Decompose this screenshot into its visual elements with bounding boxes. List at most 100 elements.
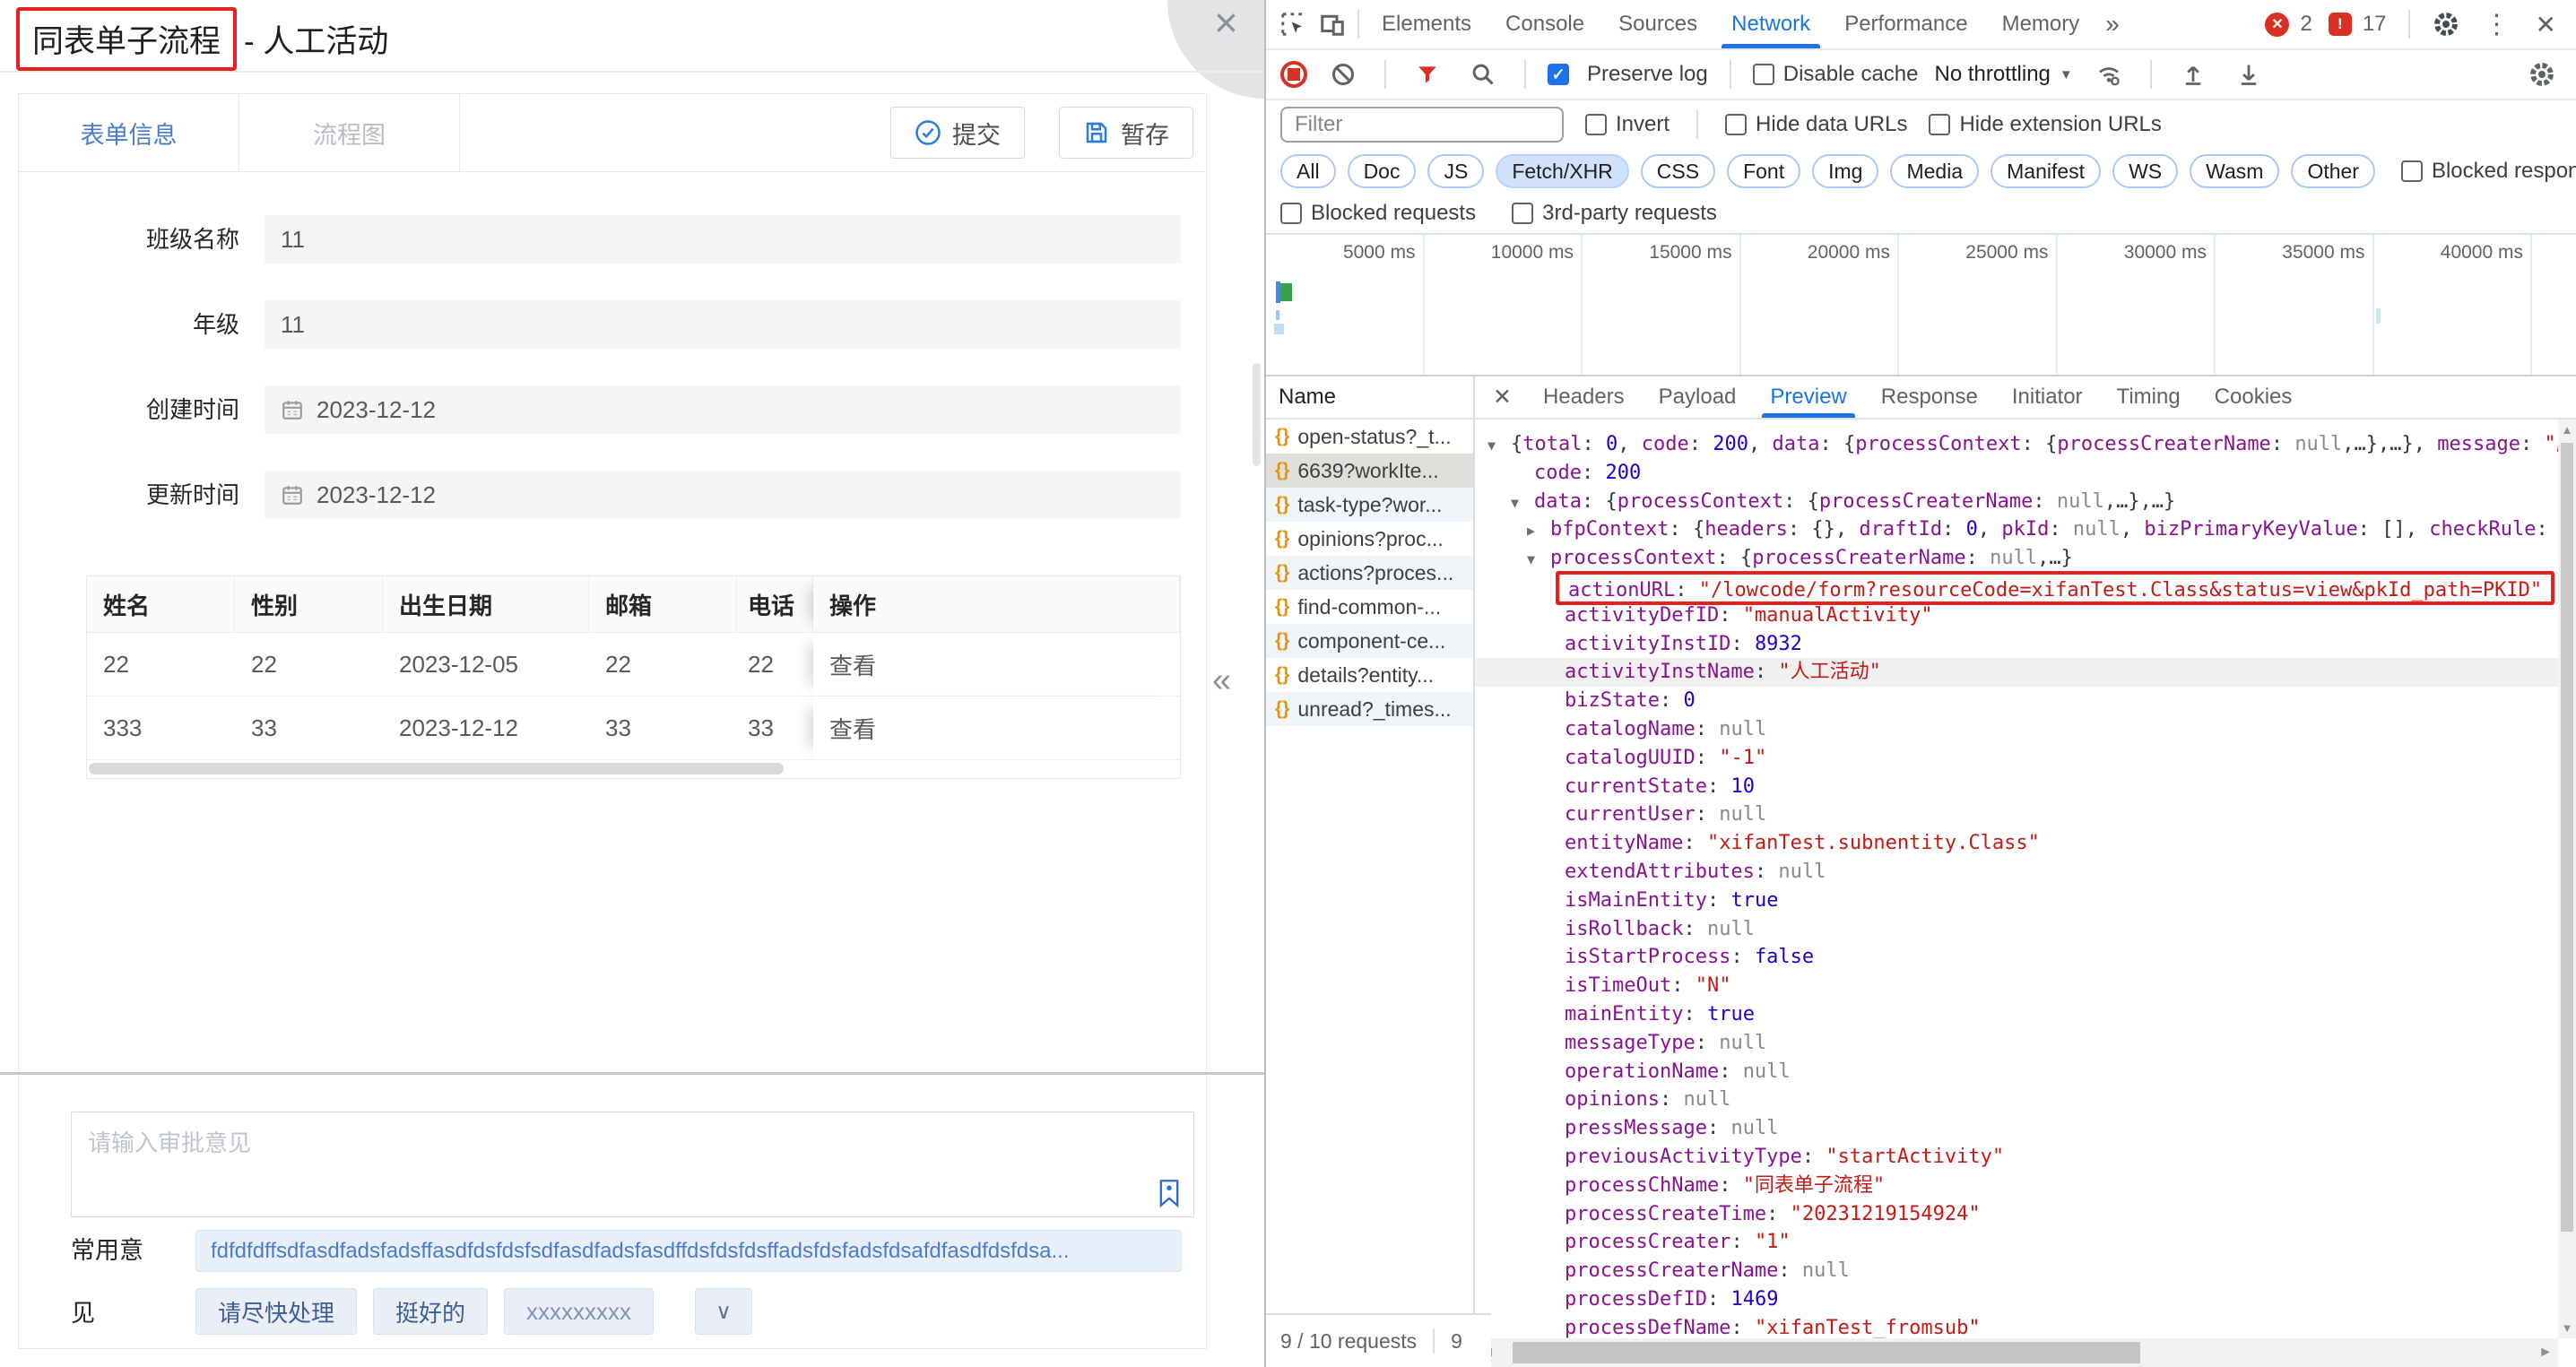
table-cell[interactable]: 2023-12-05 bbox=[383, 633, 589, 696]
detail-tab[interactable]: Response bbox=[1864, 376, 1995, 418]
table-cell[interactable]: 33 bbox=[737, 696, 813, 759]
error-count[interactable]: 2 bbox=[2300, 12, 2311, 37]
export-har-icon[interactable] bbox=[2229, 55, 2268, 94]
field-value[interactable]: 2023-12-12 bbox=[265, 471, 1181, 519]
devtools-tab[interactable]: Performance bbox=[1827, 0, 1984, 48]
expand-triangle-icon[interactable]: ▼ bbox=[1511, 489, 1534, 518]
table-cell[interactable]: 22 bbox=[87, 633, 235, 696]
vertical-scrollbar[interactable]: ▲ ▼ bbox=[2558, 420, 2576, 1338]
approval-comment-input[interactable] bbox=[72, 1112, 1193, 1216]
detail-tab[interactable]: Payload bbox=[1642, 376, 1754, 418]
table-cell[interactable]: 22 bbox=[589, 633, 737, 696]
phrase-chip[interactable]: 请尽快处理 bbox=[195, 1288, 357, 1335]
record-network-log-button[interactable] bbox=[1280, 61, 1307, 88]
type-filter-pill[interactable]: All bbox=[1280, 154, 1336, 188]
horizontal-scrollbar[interactable]: ◄ ► bbox=[1475, 1338, 2558, 1367]
devtools-tab[interactable]: Memory bbox=[1985, 0, 2097, 48]
detail-tab[interactable]: Headers bbox=[1526, 376, 1642, 418]
request-row[interactable]: {} 6639?workIte... bbox=[1266, 454, 1473, 488]
type-filter-pill[interactable]: Media bbox=[1890, 154, 1979, 188]
collapse-panel-icon[interactable]: « bbox=[1212, 662, 1231, 700]
scroll-down-arrow-icon[interactable]: ▼ bbox=[2558, 1321, 2576, 1335]
request-row[interactable]: {} find-common-... bbox=[1266, 590, 1473, 624]
table-cell[interactable]: 22 bbox=[737, 633, 813, 696]
table-cell[interactable]: 22 bbox=[235, 633, 383, 696]
horizontal-splitter[interactable] bbox=[0, 1072, 1264, 1075]
hide-data-urls-checkbox[interactable]: Hide data URLs bbox=[1725, 112, 1907, 137]
expand-triangle-icon[interactable]: ▶ bbox=[1527, 517, 1550, 546]
type-filter-pill[interactable]: WS bbox=[2112, 154, 2178, 188]
devtools-close-icon[interactable]: ✕ bbox=[2528, 10, 2563, 39]
checkbox-checked[interactable]: ✓ bbox=[1548, 64, 1569, 85]
detail-tab[interactable]: Preview bbox=[1753, 376, 1863, 418]
type-filter-pill[interactable]: JS bbox=[1427, 154, 1484, 188]
network-filter-input[interactable] bbox=[1280, 107, 1564, 143]
close-icon[interactable]: × bbox=[1214, 2, 1238, 43]
console-errors-icon[interactable]: ✕ bbox=[2265, 13, 2289, 37]
saved-phrase-chip[interactable]: fdfdfdffsdfasdfadsfadsffasdfdsfdsfsdfasd… bbox=[195, 1230, 1182, 1272]
scrollbar-thumb[interactable] bbox=[89, 763, 784, 774]
app-scrollbar-thumb[interactable] bbox=[1253, 363, 1261, 466]
submit-button[interactable]: 提交 bbox=[890, 107, 1025, 159]
request-row[interactable]: {} actions?proces... bbox=[1266, 556, 1473, 590]
issues-count[interactable]: 17 bbox=[2363, 12, 2387, 37]
disable-cache-checkbox[interactable]: Disable cache bbox=[1753, 62, 1919, 87]
kebab-menu-icon[interactable]: ⋮ bbox=[2476, 9, 2518, 40]
network-settings-gear-icon[interactable] bbox=[2522, 55, 2576, 94]
form-tab[interactable]: 流程图 bbox=[239, 94, 460, 171]
type-filter-pill[interactable]: CSS bbox=[1641, 154, 1715, 188]
type-filter-pill[interactable]: Manifest bbox=[1991, 154, 2101, 188]
throttling-select[interactable]: No throttling ▼ bbox=[1934, 62, 2072, 87]
more-tabs-icon[interactable]: » bbox=[2096, 10, 2129, 39]
type-filter-pill[interactable]: Img bbox=[1812, 154, 1878, 188]
blocked-cookies-checkbox[interactable]: Blocked response cookies bbox=[2401, 159, 2576, 184]
issues-icon[interactable]: ! bbox=[2329, 13, 2352, 36]
request-row[interactable]: {} details?entity... bbox=[1266, 658, 1473, 692]
request-row[interactable]: {} unread?_times... bbox=[1266, 692, 1473, 726]
table-cell[interactable]: 33 bbox=[235, 696, 383, 759]
table-horizontal-scrollbar[interactable] bbox=[87, 759, 1180, 778]
expand-triangle-icon[interactable]: ▼ bbox=[1527, 546, 1550, 575]
scroll-up-arrow-icon[interactable]: ▲ bbox=[2558, 423, 2576, 437]
close-detail-icon[interactable]: ✕ bbox=[1479, 384, 1526, 411]
type-filter-pill[interactable]: Wasm bbox=[2190, 154, 2279, 188]
request-row[interactable]: {} component-ce... bbox=[1266, 624, 1473, 658]
checkbox-unchecked[interactable] bbox=[1753, 64, 1774, 85]
inspect-element-icon[interactable] bbox=[1273, 4, 1313, 44]
save-draft-button[interactable]: 暂存 bbox=[1059, 107, 1193, 159]
phrase-chip[interactable]: 挺好的 bbox=[373, 1288, 488, 1335]
type-filter-pill[interactable]: Font bbox=[1727, 154, 1800, 188]
network-conditions-icon[interactable] bbox=[2089, 55, 2129, 94]
field-value[interactable]: 11 bbox=[265, 215, 1181, 264]
network-timeline-overview[interactable]: 5000 ms 10000 ms 15000 ms 20000 ms 25000… bbox=[1266, 235, 2576, 376]
field-value[interactable]: 2023-12-12 bbox=[265, 385, 1181, 434]
devtools-tab[interactable]: Network bbox=[1714, 0, 1827, 48]
request-row[interactable]: {} opinions?proc... bbox=[1266, 522, 1473, 556]
table-cell[interactable]: 查看 bbox=[813, 696, 1180, 759]
bookmark-icon[interactable] bbox=[1158, 1179, 1181, 1207]
more-phrases-button[interactable]: ∨ bbox=[695, 1288, 752, 1335]
preserve-log-checkbox[interactable]: ✓ Preserve log bbox=[1548, 62, 1708, 87]
type-filter-pill[interactable]: Doc bbox=[1348, 154, 1417, 188]
detail-tab[interactable]: Timing bbox=[2100, 376, 2198, 418]
device-toolbar-icon[interactable] bbox=[1313, 4, 1352, 44]
detail-tab[interactable]: Initiator bbox=[1995, 376, 2100, 418]
field-value[interactable]: 11 bbox=[265, 300, 1181, 349]
scrollbar-thumb[interactable] bbox=[2561, 443, 2573, 1232]
table-cell[interactable]: 查看 bbox=[813, 633, 1180, 696]
hide-extension-urls-checkbox[interactable]: Hide extension URLs bbox=[1929, 112, 2161, 137]
invert-checkbox[interactable]: Invert bbox=[1585, 112, 1670, 137]
type-filter-pill[interactable]: Other bbox=[2291, 154, 2375, 188]
import-har-icon[interactable] bbox=[2173, 55, 2213, 94]
request-row[interactable]: {} task-type?wor... bbox=[1266, 488, 1473, 522]
detail-tab[interactable]: Cookies bbox=[2198, 376, 2310, 418]
search-icon[interactable] bbox=[1463, 55, 1503, 94]
third-party-requests-checkbox[interactable]: 3rd-party requests bbox=[1512, 201, 1717, 226]
devtools-tab[interactable]: Sources bbox=[1601, 0, 1714, 48]
devtools-tab[interactable]: Console bbox=[1488, 0, 1601, 48]
phrase-chip[interactable]: xxxxxxxxx bbox=[504, 1288, 654, 1335]
table-cell[interactable]: 2023-12-12 bbox=[383, 696, 589, 759]
request-list-name-header[interactable]: Name bbox=[1266, 376, 1473, 420]
scroll-right-arrow-icon[interactable]: ► bbox=[2533, 1338, 2558, 1367]
request-row[interactable]: {} open-status?_t... bbox=[1266, 420, 1473, 454]
